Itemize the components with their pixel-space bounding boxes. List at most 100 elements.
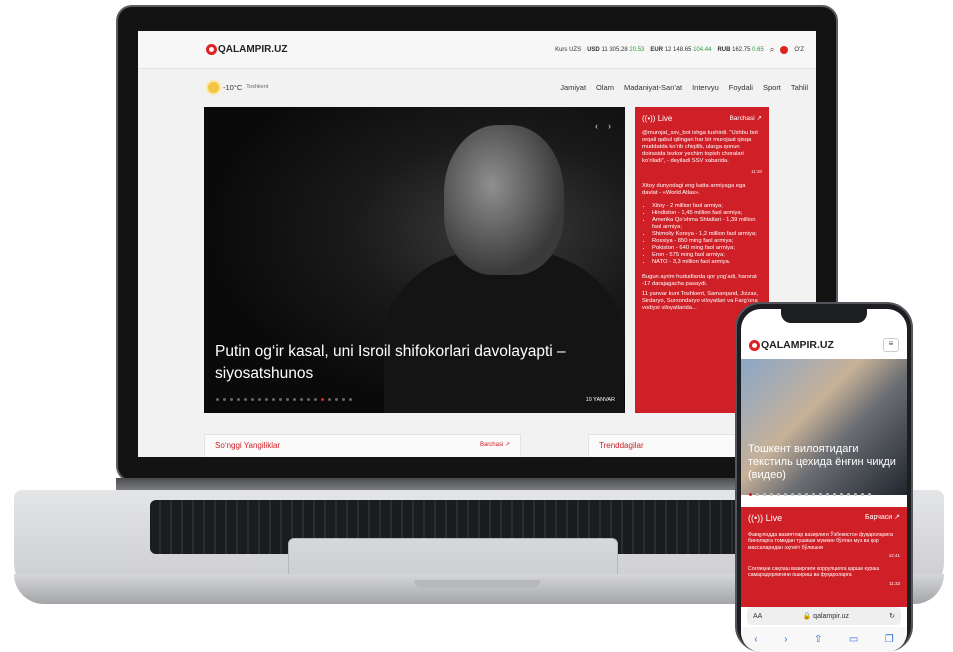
slider-dot[interactable]: [230, 398, 233, 401]
hero-title[interactable]: Putin og‘ir kasal, uni Isroil shifokorla…: [215, 341, 615, 385]
live-header: ((•)) Live Barchasi ↗: [642, 115, 762, 123]
phone-live-item[interactable]: Соғлиқни сақлаш вазирлиги коррупцияга қа…: [748, 566, 900, 579]
phone-live-all-link[interactable]: Барчаси ↗: [865, 514, 900, 522]
slider-dot[interactable]: [847, 493, 850, 496]
phone-live-panel: ((•)) Live Барчаси ↗ Фавқулодда вазиятлар…: [741, 507, 907, 607]
slider-dot[interactable]: [279, 398, 282, 401]
slider-dot[interactable]: [798, 493, 801, 496]
phone-live-item[interactable]: Фавқулодда вазиятлар вазирлиги Ўзбекисто…: [748, 532, 900, 552]
weather-widget[interactable]: -10°C Toshkent: [208, 81, 268, 93]
reader-mode-button[interactable]: AA: [753, 613, 762, 620]
slider-dot[interactable]: [854, 493, 857, 496]
reload-icon[interactable]: ↻: [889, 612, 895, 620]
logo-icon: [749, 339, 760, 351]
slider-dot[interactable]: [251, 398, 254, 401]
slider-dot[interactable]: [272, 398, 275, 401]
menu-item-jamiyat[interactable]: Jamiyat: [560, 83, 586, 92]
slider-dot[interactable]: [216, 398, 219, 401]
slider-dot[interactable]: [293, 398, 296, 401]
slider-dot[interactable]: [784, 493, 787, 496]
slider-dot[interactable]: [833, 493, 836, 496]
hero-slider[interactable]: ‹ › Putin og‘ir kasal, uni Isroil shifoko…: [204, 107, 625, 413]
hero-photo-head: [444, 125, 564, 275]
search-icon[interactable]: ⌕: [770, 45, 774, 55]
slider-dot[interactable]: [840, 493, 843, 496]
slider-dot-active[interactable]: [749, 493, 752, 496]
browser-toolbar: ‹ › ⇧ ▭ ❐: [741, 627, 907, 652]
list-item: Eron - 575 ming faol armiya;: [652, 252, 762, 259]
slider-dot[interactable]: [756, 493, 759, 496]
slider-dot[interactable]: [819, 493, 822, 496]
laptop-screen: QALAMPIR.UZ Kurs UZS USD 11 305.28 20.53…: [138, 31, 816, 457]
slider-dot[interactable]: [770, 493, 773, 496]
slider-dot[interactable]: [265, 398, 268, 401]
logo-icon: [206, 44, 217, 55]
slider-arrows: ‹ ›: [595, 121, 611, 131]
slider-dot[interactable]: [791, 493, 794, 496]
live-item[interactable]: Bugun ayrim hududlarda qor yog‘adi, haro…: [642, 274, 762, 288]
live-all-link[interactable]: Barchasi ↗: [729, 115, 762, 122]
share-icon[interactable]: ⇧: [814, 634, 822, 645]
menu-item-olam[interactable]: Olam: [596, 83, 614, 92]
tabs-icon[interactable]: ❐: [885, 634, 894, 645]
list-item: Rossiya - 850 ming faol armiya;: [652, 238, 762, 245]
site-logo[interactable]: QALAMPIR.UZ: [206, 44, 287, 55]
slider-dot[interactable]: [777, 493, 780, 496]
live-item[interactable]: @murojat_ssv_bot ishga tushirdi. "Ushbu …: [642, 130, 762, 165]
slider-dot[interactable]: [826, 493, 829, 496]
slider-dot[interactable]: [307, 398, 310, 401]
live-broadcast-icon: ((•)): [748, 513, 766, 523]
slider-dot[interactable]: [314, 398, 317, 401]
menu-item-sport[interactable]: Sport: [763, 83, 781, 92]
slider-dot[interactable]: [861, 493, 864, 496]
slider-dot[interactable]: [868, 493, 871, 496]
currency-rates: Kurs UZS USD 11 305.28 20.53 EUR 12 148.…: [555, 45, 804, 55]
phone-hero[interactable]: Тошкент вилоятидаги текстиль цехида ёнғи…: [741, 359, 907, 495]
slider-dot[interactable]: [335, 398, 338, 401]
menu-item-tahlil[interactable]: Tahlil: [791, 83, 808, 92]
phone-logo[interactable]: QALAMPIR.UZ: [749, 339, 834, 351]
bookmarks-icon[interactable]: ▭: [849, 634, 858, 645]
language-select[interactable]: O‘Z: [794, 47, 804, 53]
slider-dot[interactable]: [300, 398, 303, 401]
slider-dot[interactable]: [342, 398, 345, 401]
rate-eur: EUR 12 148.65 104.44: [650, 46, 712, 53]
live-item[interactable]: Xitoy dunyodagi eng katta armiyaga ega d…: [642, 183, 762, 197]
back-icon[interactable]: ‹: [754, 634, 757, 645]
slider-dot[interactable]: [223, 398, 226, 401]
slider-dot[interactable]: [286, 398, 289, 401]
phone-live-header: ((•)) Live Барчаси ↗: [748, 513, 900, 523]
phone-hero-title[interactable]: Тошкент вилоятидаги текстиль цехида ёнғи…: [748, 443, 898, 482]
latest-news-title[interactable]: So‘nggi Yangiliklar: [215, 441, 280, 453]
site-topbar: QALAMPIR.UZ Kurs UZS USD 11 305.28 20.53…: [138, 31, 816, 69]
slider-dot[interactable]: [244, 398, 247, 401]
trending-title[interactable]: Trenddagilar: [599, 441, 644, 453]
phone-screen: QALAMPIR.UZ ≡ Тошкент вилоятидаги тексти…: [741, 309, 907, 652]
site-nav: -10°C Toshkent Jamiyat Olam Madaniyat-San…: [138, 69, 816, 105]
phone-notch: [781, 309, 867, 323]
slider-dot[interactable]: [349, 398, 352, 401]
browser-url-bar[interactable]: AA 🔒 qalampir.uz ↻: [747, 607, 901, 625]
list-item: Pokiston - 640 ming faol armiya;: [652, 245, 762, 252]
latest-news-more-link[interactable]: Barchasi ↗: [480, 441, 510, 453]
slider-dot[interactable]: [805, 493, 808, 496]
slider-dot[interactable]: [328, 398, 331, 401]
prev-arrow-icon[interactable]: ‹: [595, 121, 598, 131]
slider-dots: [216, 398, 352, 401]
hero-date: 10 YANVAR: [585, 397, 615, 403]
next-arrow-icon[interactable]: ›: [608, 121, 611, 131]
live-item-time: 11:30: [751, 169, 762, 174]
menu-item-madaniyat[interactable]: Madaniyat-San'at: [624, 83, 682, 92]
list-item: Hindiston - 1,45 million faol armiya;: [652, 210, 762, 217]
slider-dot[interactable]: [258, 398, 261, 401]
slider-dot[interactable]: [812, 493, 815, 496]
phone-live-time: 11:32: [889, 580, 900, 586]
hamburger-menu-icon[interactable]: ≡: [883, 338, 899, 352]
slider-dot-active[interactable]: [321, 398, 324, 401]
slider-dot[interactable]: [763, 493, 766, 496]
forward-icon[interactable]: ›: [784, 634, 787, 645]
menu-item-foydali[interactable]: Foydali: [729, 83, 753, 92]
menu-item-intervyu[interactable]: Intervyu: [692, 83, 719, 92]
live-toggle-icon[interactable]: [780, 45, 789, 54]
slider-dot[interactable]: [237, 398, 240, 401]
